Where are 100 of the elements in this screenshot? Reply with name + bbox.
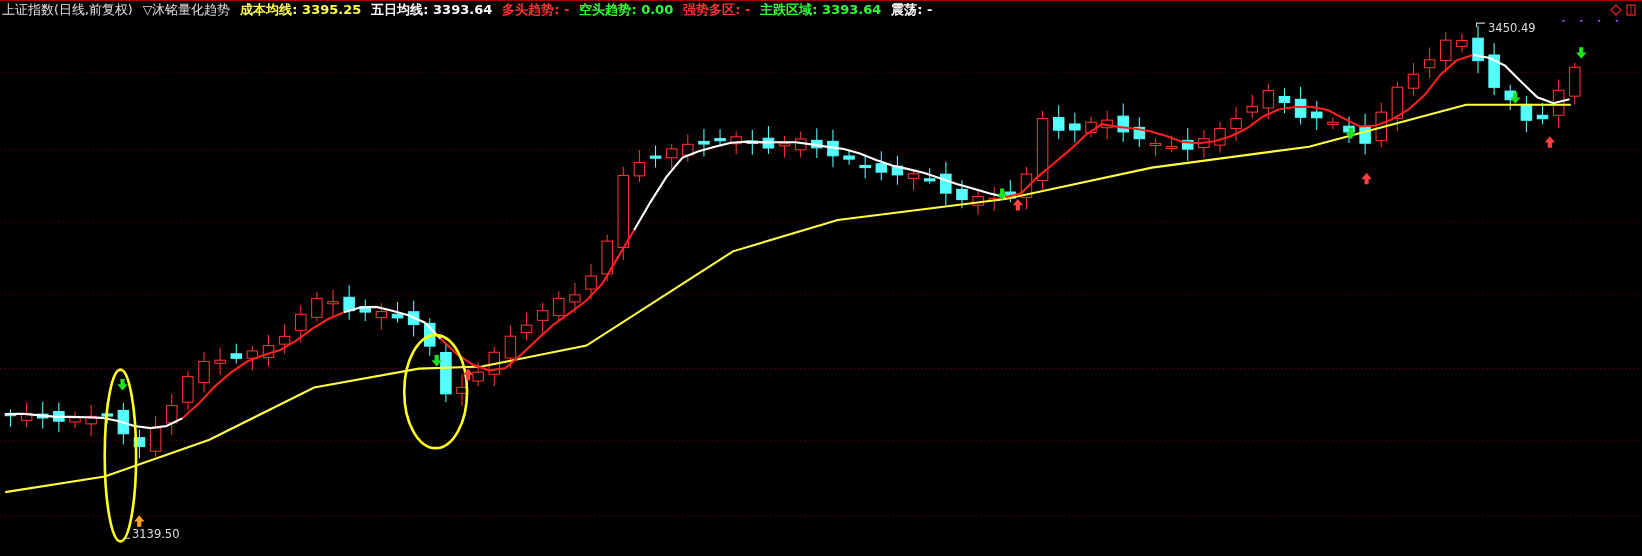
down-arrow-icon <box>1576 47 1587 59</box>
candle <box>1069 112 1081 143</box>
candle <box>972 189 984 216</box>
panel-icon[interactable] <box>1626 4 1636 16</box>
candle <box>343 284 355 321</box>
candle <box>1375 101 1387 148</box>
leader-line <box>1476 22 1486 28</box>
candle <box>230 343 242 364</box>
candle <box>569 282 581 314</box>
candle <box>730 130 742 155</box>
candle <box>375 302 388 331</box>
up-arrow-icon <box>1361 172 1372 185</box>
candle <box>956 179 968 209</box>
candle <box>69 411 81 429</box>
diamond-icon[interactable] <box>1610 4 1622 16</box>
indicator-reading: 多头趋势: - <box>502 1 570 19</box>
candle <box>601 234 613 282</box>
candle <box>633 149 646 183</box>
candle <box>1052 104 1065 140</box>
candle <box>1020 166 1033 210</box>
candle <box>536 302 549 334</box>
candle <box>875 150 888 181</box>
leader-line <box>123 537 131 539</box>
candle <box>1552 79 1565 129</box>
candle <box>1391 81 1404 132</box>
candle <box>1407 62 1420 96</box>
candle <box>424 317 436 357</box>
indicator-reading: 空头趋势: 0.00 <box>579 1 674 19</box>
candle <box>1181 127 1194 162</box>
candle <box>1198 129 1210 159</box>
candle <box>585 263 597 301</box>
candle <box>133 429 146 459</box>
up-arrow-icon <box>1544 136 1556 148</box>
up-arrow-icon <box>134 515 145 527</box>
candle <box>456 374 468 407</box>
candle <box>520 312 533 341</box>
candle <box>1246 93 1258 119</box>
candle <box>407 300 420 338</box>
candle <box>1149 138 1162 157</box>
candle <box>923 167 936 185</box>
candle <box>1327 116 1339 130</box>
candle <box>359 299 372 322</box>
candle <box>1359 113 1371 155</box>
candle <box>843 149 855 166</box>
candle <box>1085 116 1097 138</box>
candle <box>1230 106 1242 142</box>
candle <box>649 144 662 169</box>
candle <box>1117 103 1129 143</box>
up-arrow-icon <box>462 368 474 381</box>
candle <box>472 361 484 387</box>
up-arrow-icon <box>1012 199 1024 211</box>
candle <box>1133 116 1146 148</box>
candle <box>262 334 275 367</box>
candle <box>940 161 952 206</box>
candle <box>682 133 694 163</box>
candle <box>1278 87 1291 114</box>
candle <box>327 289 339 317</box>
indicator-name[interactable]: ▽沐铭量化趋势 <box>142 1 231 19</box>
indicator-reading: 主跌区域: 3393.64 <box>760 1 882 19</box>
indicator-reading: 五日均线: 3393.64 <box>371 1 493 19</box>
candle <box>85 404 97 437</box>
candle <box>117 402 130 445</box>
candle <box>149 415 162 458</box>
candle <box>762 125 775 155</box>
candle <box>1423 46 1436 79</box>
candle <box>165 393 178 436</box>
candle <box>278 323 291 355</box>
candle <box>859 155 871 179</box>
indicator-reading: 强势多区: - <box>683 1 751 19</box>
candle <box>311 291 323 323</box>
candle <box>827 129 839 168</box>
candle <box>553 290 565 322</box>
candle <box>198 351 210 394</box>
candle <box>214 347 226 376</box>
candle <box>1165 135 1178 153</box>
candle <box>182 370 194 411</box>
candle <box>295 305 307 343</box>
candle <box>1343 115 1355 144</box>
candle <box>1311 100 1323 131</box>
indicator-reading: 成本均线: 3395.25 <box>240 1 362 19</box>
down-arrow-icon <box>117 379 128 391</box>
candle <box>811 127 823 159</box>
candle <box>1214 121 1226 154</box>
candle <box>746 129 759 156</box>
candle <box>1569 62 1581 105</box>
candle <box>794 131 807 158</box>
candle <box>698 128 710 158</box>
candle <box>53 402 65 433</box>
candle <box>1520 95 1533 133</box>
low-price-label: 3139.50 <box>131 527 180 542</box>
candle <box>36 401 49 430</box>
candle <box>907 169 920 191</box>
candle <box>20 402 33 428</box>
candle <box>246 345 259 372</box>
candle <box>1536 102 1549 125</box>
down-arrow-icon <box>431 355 442 367</box>
candle <box>665 143 678 170</box>
candle <box>714 128 726 148</box>
candle <box>891 155 904 186</box>
candle <box>778 135 791 159</box>
